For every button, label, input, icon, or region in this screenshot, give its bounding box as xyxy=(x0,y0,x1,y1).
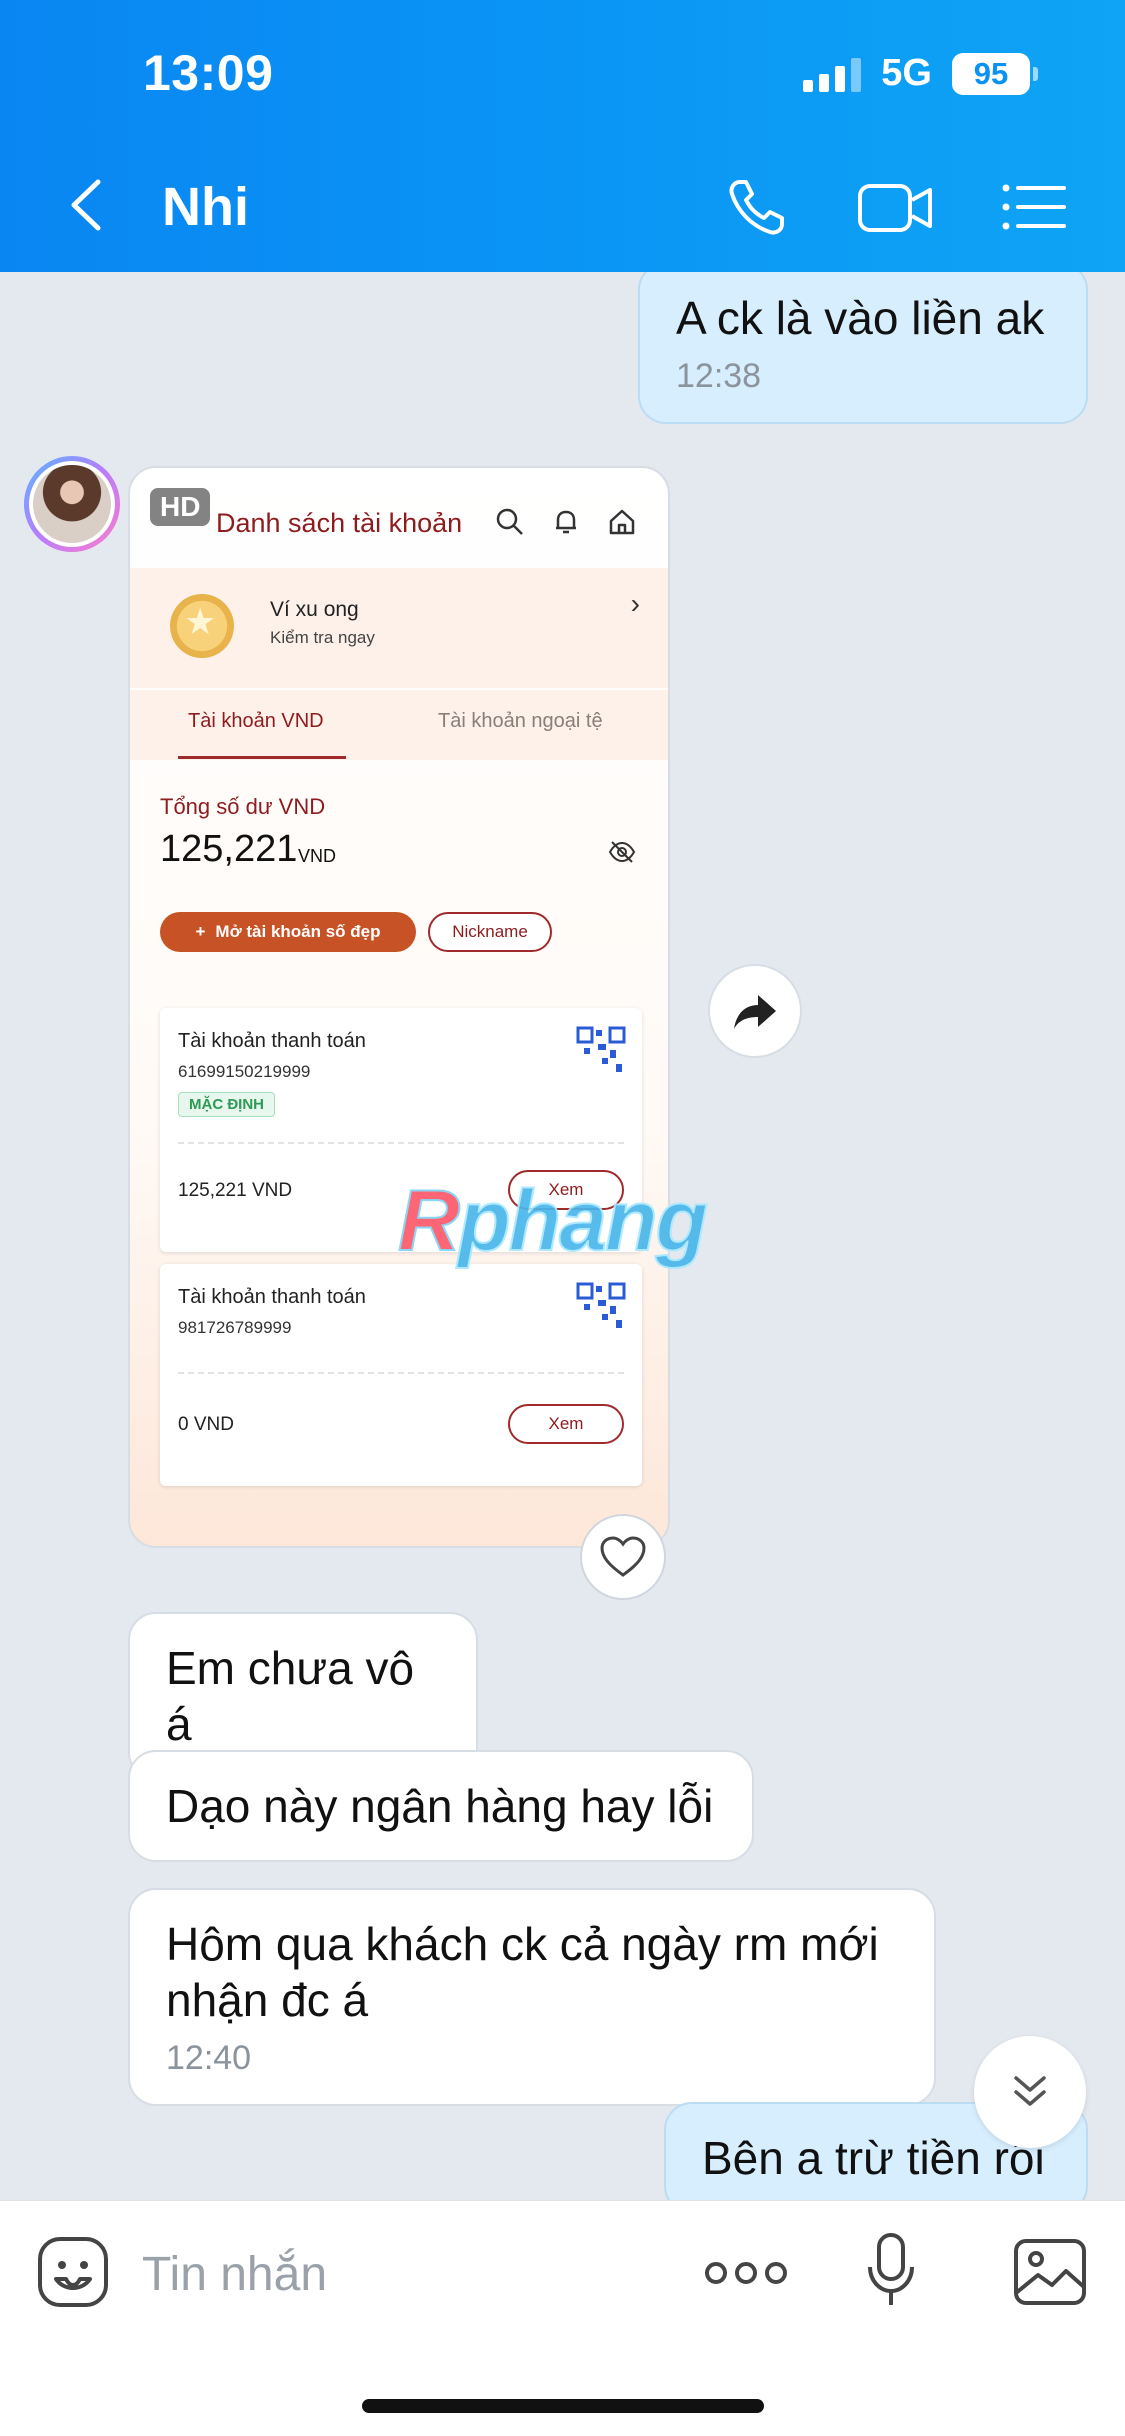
microphone-icon[interactable] xyxy=(866,2231,916,2311)
account-number: 981726789999 xyxy=(178,1318,292,1337)
coin-wallet-title: Ví xu ong xyxy=(270,598,359,621)
bank-page-title: Danh sách tài khoản xyxy=(216,508,463,538)
double-chevron-down-icon xyxy=(1014,2076,1046,2106)
plus-icon: + xyxy=(195,922,206,941)
message-input-bar xyxy=(0,2200,1125,2436)
account-card-2: Tài khoản thanh toán 981726789999 0 VND … xyxy=(160,1264,642,1486)
home-indicator xyxy=(362,2399,764,2413)
view-account-button: Xem xyxy=(508,1404,624,1444)
contact-name[interactable]: Nhi xyxy=(162,176,249,238)
account-balance: 0 VND xyxy=(178,1414,234,1435)
menu-list-icon[interactable] xyxy=(994,172,1074,242)
more-options-icon[interactable] xyxy=(704,2253,788,2293)
qr-code-icon xyxy=(576,1026,626,1072)
nickname-button: Nickname xyxy=(428,912,552,952)
chevron-right-icon: › xyxy=(630,588,640,619)
avatar[interactable] xyxy=(24,456,120,552)
watermark-logo: Rphang xyxy=(397,1172,709,1270)
status-icons: 5G 95 xyxy=(803,52,1038,95)
account-balance: 125,221 VND xyxy=(178,1180,293,1201)
balance-value: 125,221 xyxy=(160,828,298,870)
message-input[interactable] xyxy=(142,2239,662,2309)
account-title: Tài khoản thanh toán xyxy=(178,1030,366,1052)
card-divider xyxy=(178,1372,624,1374)
coin-wallet-banner: Ví xu ong Kiểm tra ngay › xyxy=(130,568,668,688)
bell-icon xyxy=(556,510,576,534)
photo-gallery-icon[interactable] xyxy=(1012,2237,1088,2307)
back-icon[interactable] xyxy=(62,170,112,240)
hide-balance-icon xyxy=(608,841,636,863)
network-type: 5G xyxy=(881,52,932,94)
sticker-icon[interactable] xyxy=(36,2235,110,2309)
bank-top-icons xyxy=(494,506,638,538)
signal-icon xyxy=(803,56,862,92)
react-heart-button[interactable] xyxy=(580,1514,666,1600)
search-icon xyxy=(496,508,523,535)
message-text: Dạo này ngân hàng hay lỗi xyxy=(166,1780,714,1832)
message-time: 12:38 xyxy=(676,357,762,395)
battery-icon: 95 xyxy=(952,52,1038,95)
message-time: 12:40 xyxy=(166,2039,252,2077)
account-number: 61699150219999 xyxy=(178,1062,311,1081)
chat-header: 13:09 5G 95 Nhi xyxy=(0,0,1125,272)
balance-unit: VND xyxy=(298,846,337,866)
active-tab-indicator xyxy=(178,756,346,759)
home-icon xyxy=(609,509,635,535)
open-account-button: + Mở tài khoản số đẹp xyxy=(160,912,416,952)
message-bubble-incoming[interactable]: Hôm qua khách ck cả ngày rm mới nhận đc … xyxy=(128,1888,936,2106)
forward-icon xyxy=(734,995,776,1029)
message-bubble-outgoing[interactable]: A ck là vào liền ak 12:38 xyxy=(638,272,1088,424)
video-call-icon[interactable] xyxy=(856,172,936,242)
tab-foreign-accounts: Tài khoản ngoại tệ xyxy=(438,710,603,732)
coin-wallet-subtitle: Kiểm tra ngay xyxy=(270,628,375,647)
shared-image[interactable]: HD Danh sách tài khoản Ví xu ong Kiểm tr… xyxy=(128,466,670,1548)
message-text: Em chưa vô á xyxy=(166,1642,415,1750)
heart-icon xyxy=(600,1536,646,1577)
tab-vnd-accounts: Tài khoản VND xyxy=(188,710,324,732)
phone-call-icon[interactable] xyxy=(720,172,800,242)
status-time: 13:09 xyxy=(143,45,274,101)
forward-button[interactable] xyxy=(708,964,802,1058)
message-text: Bên a trừ tiền rồi xyxy=(702,2132,1045,2184)
scroll-to-bottom-button[interactable] xyxy=(974,2036,1086,2148)
coin-icon xyxy=(170,594,234,658)
message-list[interactable]: A ck là vào liền ak 12:38 HD Danh sách t… xyxy=(0,272,1125,2202)
card-divider xyxy=(178,1142,624,1144)
account-title: Tài khoản thanh toán xyxy=(178,1286,366,1308)
hd-badge: HD xyxy=(150,488,211,526)
message-text: Hôm qua khách ck cả ngày rm mới nhận đc … xyxy=(166,1918,879,2026)
balance-label: Tổng số dư VND xyxy=(160,794,326,819)
account-tabs: Tài khoản VND Tài khoản ngoại tệ xyxy=(130,690,668,760)
message-bubble-incoming[interactable]: Dạo này ngân hàng hay lỗi xyxy=(128,1750,754,1862)
default-badge: MẶC ĐỊNH xyxy=(178,1092,275,1117)
open-account-label: Mở tài khoản số đẹp xyxy=(215,922,381,941)
qr-code-icon xyxy=(576,1282,626,1328)
message-text: A ck là vào liền ak xyxy=(676,292,1045,344)
